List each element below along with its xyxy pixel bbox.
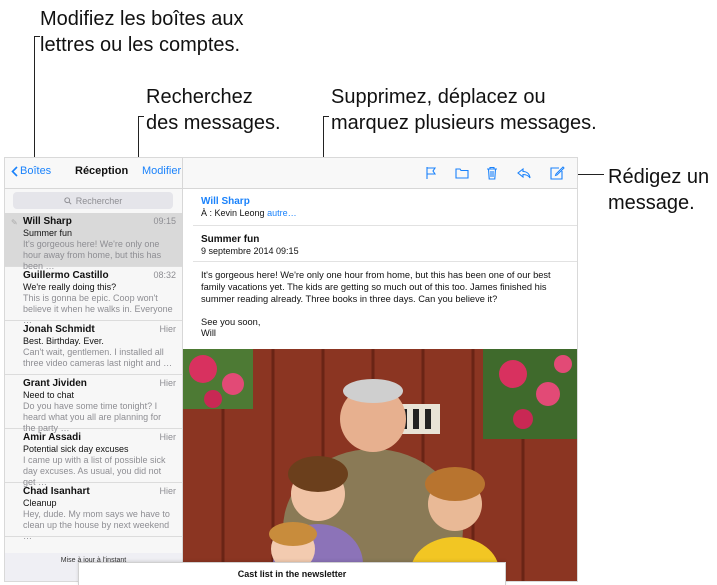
message-time: Hier [159,324,176,334]
message-date: 9 septembre 2014 09:15 [201,246,299,256]
header-divider [193,225,577,226]
toolbar: Boîtes Réception Modifier [5,158,577,189]
message-preview: Can't wait, gentlemen. I installed all t… [23,347,173,368]
message-sender: Jonah Schmidt [23,324,95,335]
attached-photo[interactable] [183,349,577,581]
message-subject: We're really doing this? [23,282,117,292]
list-item[interactable]: Chad Isanhart Hier Cleanup Hey, dude. My… [5,483,182,541]
callout-compose: Rédigez un message. [608,166,710,214]
message-sender: Amir Assadi [23,432,81,443]
new-message-banner[interactable]: Cast list in the newsletter [78,562,506,585]
callout-tick-mailboxes [34,36,40,37]
attachment-icon: ✎ [11,218,18,227]
message-sender: Chad Isanhart [23,486,90,497]
list-item[interactable]: Guillermo Castillo 08:32 We're really do… [5,267,182,325]
message-time: 09:15 [153,216,176,226]
message-subject: Cleanup [23,498,57,508]
search-placeholder: Rechercher [75,195,123,206]
message-sender: Grant Jividen [23,378,87,389]
compose-icon[interactable] [549,165,565,181]
back-button-label: Boîtes [20,165,52,177]
search-input[interactable]: Rechercher [13,192,173,209]
message-to: À : Kevin Leong [201,208,265,218]
callout-line-mailboxes [34,36,35,158]
back-button[interactable]: Boîtes [11,165,51,177]
message-time: Hier [159,432,176,442]
callout-multi: Supprimez, déplacez ou marquez plusieurs… [331,86,597,134]
message-signoff: See you soon, Will [201,317,261,338]
flag-icon[interactable] [423,165,439,181]
trash-icon[interactable] [484,165,500,181]
list-item[interactable]: Grant Jividen Hier Need to chat Do you h… [5,375,182,433]
toolbar-divider [182,158,183,188]
folder-icon[interactable] [454,165,470,181]
header-divider [193,261,577,262]
message-subject: Best. Birthday. Ever. [23,336,104,346]
callout-tick-search [138,116,144,117]
list-item[interactable]: Amir Assadi Hier Potential sick day excu… [5,429,182,487]
message-time: 08:32 [153,270,176,280]
message-preview: Hey, dude. My mom says we have to clean … [23,509,170,541]
chevron-left-icon [11,165,18,177]
list-item[interactable]: Jonah Schmidt Hier Best. Birthday. Ever.… [5,321,182,375]
message-body: It's gorgeous here! We're only one hour … [201,270,551,304]
more-recipients-link[interactable]: autre… [267,208,297,218]
message-list: ✎ Will Sharp 09:15 Summer fun It's gorge… [5,213,182,541]
message-list-pane: Rechercher ✎ Will Sharp 09:15 Summer fun… [5,189,183,581]
callout-tick-multi [323,116,329,117]
mailbox-title: Réception [75,165,129,177]
message-time: Hier [159,378,176,388]
message-from[interactable]: Will Sharp [201,196,250,207]
edit-button[interactable]: Modifier [142,165,181,177]
reply-icon[interactable] [516,165,532,181]
message-subject-heading: Summer fun [201,234,260,245]
list-item[interactable]: ✎ Will Sharp 09:15 Summer fun It's gorge… [5,213,182,271]
ipad-screen: Boîtes Réception Modifier Rechercher ✎ W… [4,157,578,582]
message-pane: Will Sharp À : Kevin Leong autre… Summer… [183,189,577,581]
message-recipients: À : Kevin Leong autre… [201,208,297,218]
message-subject: Need to chat [23,390,75,400]
callout-mailboxes: Modifiez les boîtes aux lettres ou les c… [40,8,244,56]
callout-line-compose [576,174,604,175]
message-time: Hier [159,486,176,496]
message-subject: Potential sick day excuses [23,444,129,454]
search-icon [64,196,72,205]
message-subject: Summer fun [23,228,73,238]
callout-search: Recherchez des messages. [146,86,281,134]
